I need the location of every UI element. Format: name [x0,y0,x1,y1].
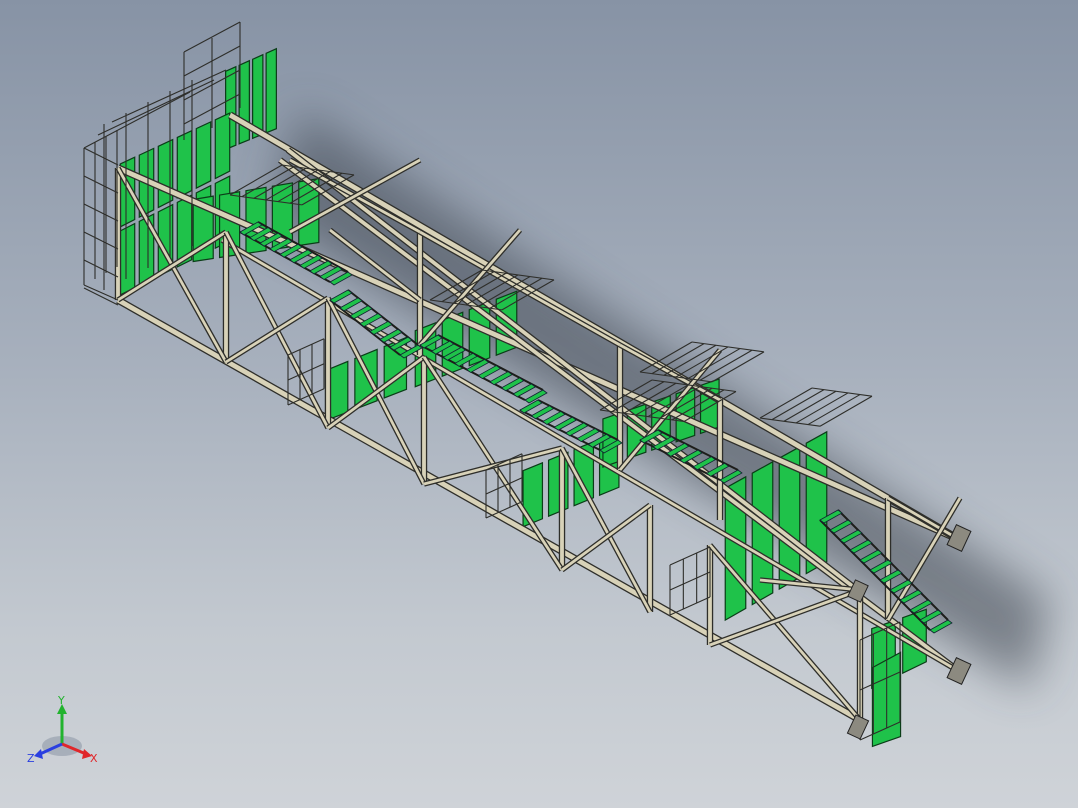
graphics-viewport[interactable]: Y X Z [0,0,1078,808]
grid-member [669,546,711,566]
stair-tread [339,297,363,312]
z-axis-label: Z [27,752,35,765]
grid-member [97,79,215,136]
stair-tread [500,377,525,392]
stair-tread [512,383,537,398]
green-panel [214,112,231,180]
grid-member [83,175,119,194]
stair-tread [542,410,566,425]
z-axis-arrowhead [34,749,43,759]
grid-member [111,69,227,123]
grid-member [811,387,873,397]
green-panel [238,59,250,145]
steel-member [560,502,652,573]
green-panel [265,47,277,134]
steel-member [224,295,330,365]
grid-member [807,394,861,426]
grid-member [783,390,837,422]
green-panel [157,138,174,209]
grid-member [819,395,873,427]
grid-member [83,284,119,301]
stair-tread [349,305,373,320]
grid-member [83,91,191,149]
x-axis-label: X [90,752,98,765]
grid-member [795,392,849,424]
view-orientation-triad[interactable]: Y X Z [26,694,106,774]
grid-member [691,341,765,353]
stair-tread [530,405,555,420]
stair-tread [564,422,589,437]
green-wall-panels [119,47,927,748]
y-axis-label: Y [57,694,65,707]
green-panel [176,129,193,199]
grid-member [83,287,119,306]
truss-model-view[interactable] [0,0,1078,808]
grid-member [83,259,119,278]
stair-tread [489,371,513,386]
grid-member [759,387,813,419]
green-panel [119,222,136,296]
grid-member [669,596,711,616]
stair-tread [329,289,353,304]
grid-member [771,389,825,421]
grid-member [83,203,119,222]
grid-member [669,571,711,591]
stair-tread [553,416,578,431]
stair-tread [576,428,600,443]
grid-member [287,338,325,356]
grid-member [711,351,765,383]
stair-tread [477,365,502,380]
grid-member [83,147,119,166]
green-panel [195,120,212,190]
steel-member [228,111,962,544]
grid-member [83,231,119,250]
